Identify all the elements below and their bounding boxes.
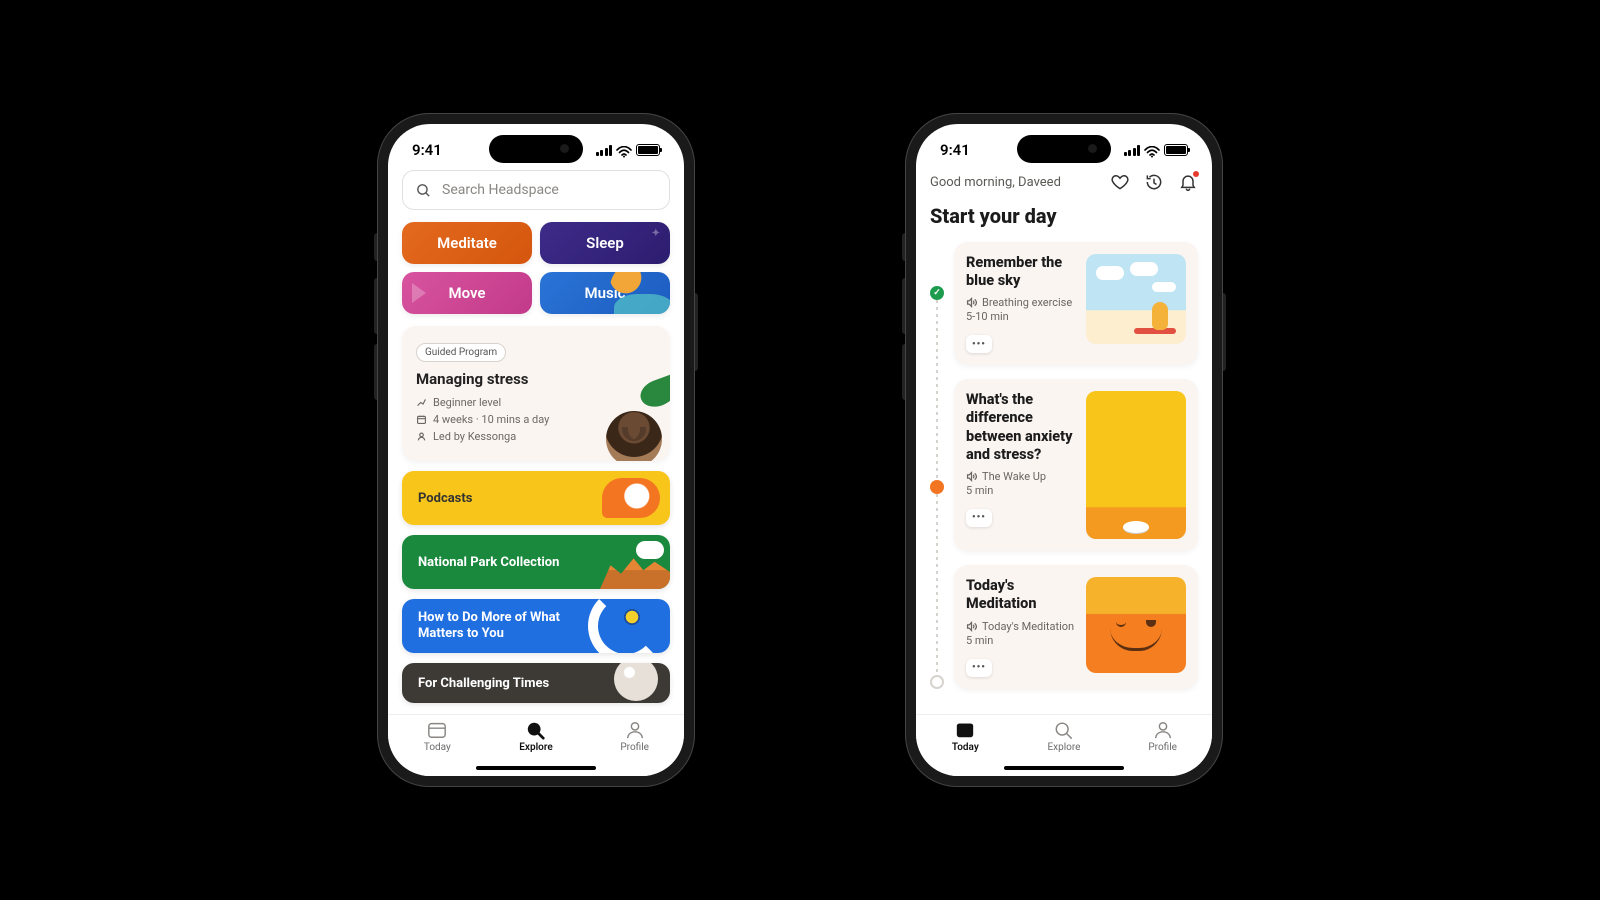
timeline-dot-current — [930, 480, 944, 494]
category-sleep[interactable]: Sleep — [540, 222, 670, 264]
today-icon — [954, 720, 976, 740]
strip-how-to[interactable]: How to Do More of What Matters to You — [402, 599, 670, 653]
history-button[interactable] — [1144, 172, 1164, 192]
card-more-button[interactable]: ••• — [966, 659, 992, 677]
heart-icon — [1110, 172, 1130, 192]
strip-national-parks[interactable]: National Park Collection — [402, 535, 670, 589]
today-content: Good morning, Daveed Start your day — [916, 170, 1212, 714]
timeline-dot-upcoming — [930, 675, 944, 689]
tab-today[interactable]: Today — [407, 720, 467, 753]
card-title: Remember the blue sky — [966, 254, 1076, 290]
explore-icon — [1053, 720, 1075, 740]
timeline-dot-done — [930, 286, 944, 300]
teacher-avatar — [606, 411, 662, 461]
calendar-icon — [416, 414, 427, 425]
card-more-button[interactable]: ••• — [966, 509, 992, 527]
card-subtitle: Breathing exercise — [966, 296, 1076, 309]
home-indicator[interactable] — [1004, 766, 1124, 770]
tab-explore[interactable]: Explore — [1034, 720, 1094, 753]
today-card-blue-sky[interactable]: Remember the blue sky Breathing exercise… — [954, 242, 1198, 365]
level-icon — [416, 397, 427, 408]
favorites-button[interactable] — [1110, 172, 1130, 192]
card-subtitle: Today's Meditation — [966, 620, 1076, 633]
audio-icon — [966, 471, 977, 482]
cellular-icon — [1124, 145, 1141, 156]
program-chip: Guided Program — [416, 343, 506, 362]
tab-today[interactable]: Today — [935, 720, 995, 753]
home-indicator[interactable] — [476, 766, 596, 770]
audio-icon — [966, 297, 977, 308]
timeline-rail — [930, 242, 944, 689]
featured-program-card[interactable]: Guided Program Managing stress Beginner … — [402, 326, 670, 461]
person-icon — [416, 431, 427, 442]
dynamic-island — [1017, 135, 1111, 163]
battery-icon — [1164, 144, 1188, 156]
program-level: Beginner level — [416, 396, 656, 409]
notification-dot — [1193, 171, 1199, 177]
phone-explore: 9:41 Search Headspace Meditate Sleep Mov… — [377, 113, 695, 787]
wifi-icon — [616, 144, 632, 156]
card-thumbnail — [1086, 391, 1186, 539]
status-time: 9:41 — [412, 141, 442, 159]
profile-icon — [624, 720, 646, 740]
tab-profile[interactable]: Profile — [1133, 720, 1193, 753]
audio-icon — [966, 621, 977, 632]
wifi-icon — [1144, 144, 1160, 156]
status-time: 9:41 — [940, 141, 970, 159]
strip-podcasts[interactable]: Podcasts — [402, 471, 670, 525]
history-icon — [1144, 172, 1164, 192]
today-icon — [426, 720, 448, 740]
card-subtitle: The Wake Up — [966, 470, 1076, 483]
dynamic-island — [489, 135, 583, 163]
battery-icon — [636, 144, 660, 156]
phone-today: 9:41 Good morning, Daveed — [905, 113, 1223, 787]
notifications-button[interactable] — [1178, 172, 1198, 192]
strip-challenging-times[interactable]: For Challenging Times — [402, 663, 670, 703]
category-music[interactable]: Music — [540, 272, 670, 314]
card-title: Today's Meditation — [966, 577, 1076, 613]
card-duration: 5 min — [966, 634, 1076, 647]
card-thumbnail — [1086, 254, 1186, 344]
today-card-wake-up[interactable]: What's the difference between anxiety an… — [954, 379, 1198, 551]
explore-icon — [525, 720, 547, 740]
tab-explore[interactable]: Explore — [506, 720, 566, 753]
profile-icon — [1152, 720, 1174, 740]
greeting-text: Good morning, Daveed — [930, 175, 1061, 190]
card-duration: 5-10 min — [966, 310, 1076, 323]
card-thumbnail — [1086, 577, 1186, 673]
search-placeholder: Search Headspace — [442, 182, 559, 198]
search-input[interactable]: Search Headspace — [402, 170, 670, 210]
parks-art — [580, 535, 670, 589]
section-title: Start your day — [930, 204, 1198, 228]
cellular-icon — [596, 145, 613, 156]
explore-content: Search Headspace Meditate Sleep Move Mus… — [388, 170, 684, 714]
search-icon — [415, 182, 432, 199]
category-meditate[interactable]: Meditate — [402, 222, 532, 264]
category-move[interactable]: Move — [402, 272, 532, 314]
card-more-button[interactable]: ••• — [966, 335, 992, 353]
card-title: What's the difference between anxiety an… — [966, 391, 1076, 464]
tab-profile[interactable]: Profile — [605, 720, 665, 753]
card-duration: 5 min — [966, 484, 1076, 497]
today-card-meditation[interactable]: Today's Meditation Today's Meditation 5 … — [954, 565, 1198, 688]
program-title: Managing stress — [416, 370, 656, 388]
